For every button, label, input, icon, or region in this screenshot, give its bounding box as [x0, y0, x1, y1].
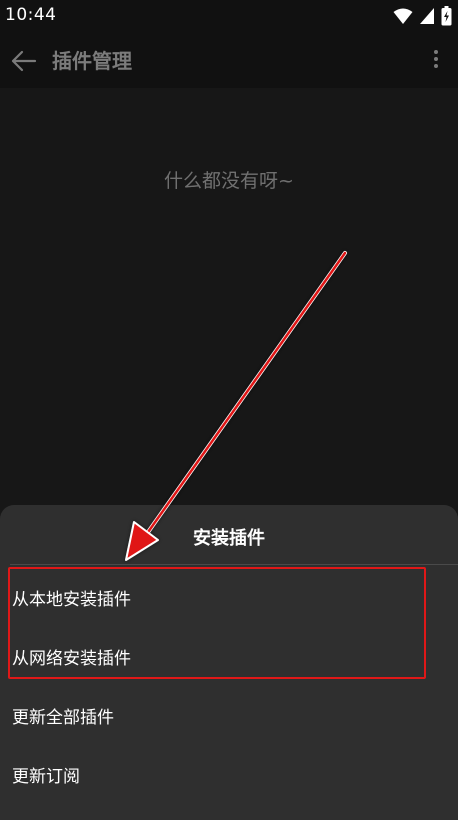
- status-time: 10:44: [5, 5, 57, 25]
- signal-icon: [420, 8, 434, 24]
- sheet-divider: [10, 564, 458, 565]
- empty-state-text: 什么都没有呀~: [164, 170, 294, 192]
- app-bar: 插件管理: [0, 32, 458, 88]
- status-bar: 10:44: [0, 0, 458, 32]
- menu-item-label: 更新全部插件: [12, 708, 114, 728]
- battery-icon: [441, 6, 452, 26]
- sheet-title: 安装插件: [193, 528, 265, 549]
- page-title: 插件管理: [52, 49, 132, 73]
- wifi-icon: [393, 8, 413, 24]
- highlight-annotation-box: [8, 567, 426, 679]
- status-icons: [393, 6, 452, 26]
- menu-item-update-all[interactable]: 更新全部插件: [0, 687, 458, 743]
- menu-item-label: 更新订阅: [12, 767, 80, 787]
- menu-item-update-subscription[interactable]: 更新订阅: [0, 746, 458, 802]
- more-vertical-icon[interactable]: [428, 46, 444, 74]
- back-arrow-icon[interactable]: [8, 46, 38, 76]
